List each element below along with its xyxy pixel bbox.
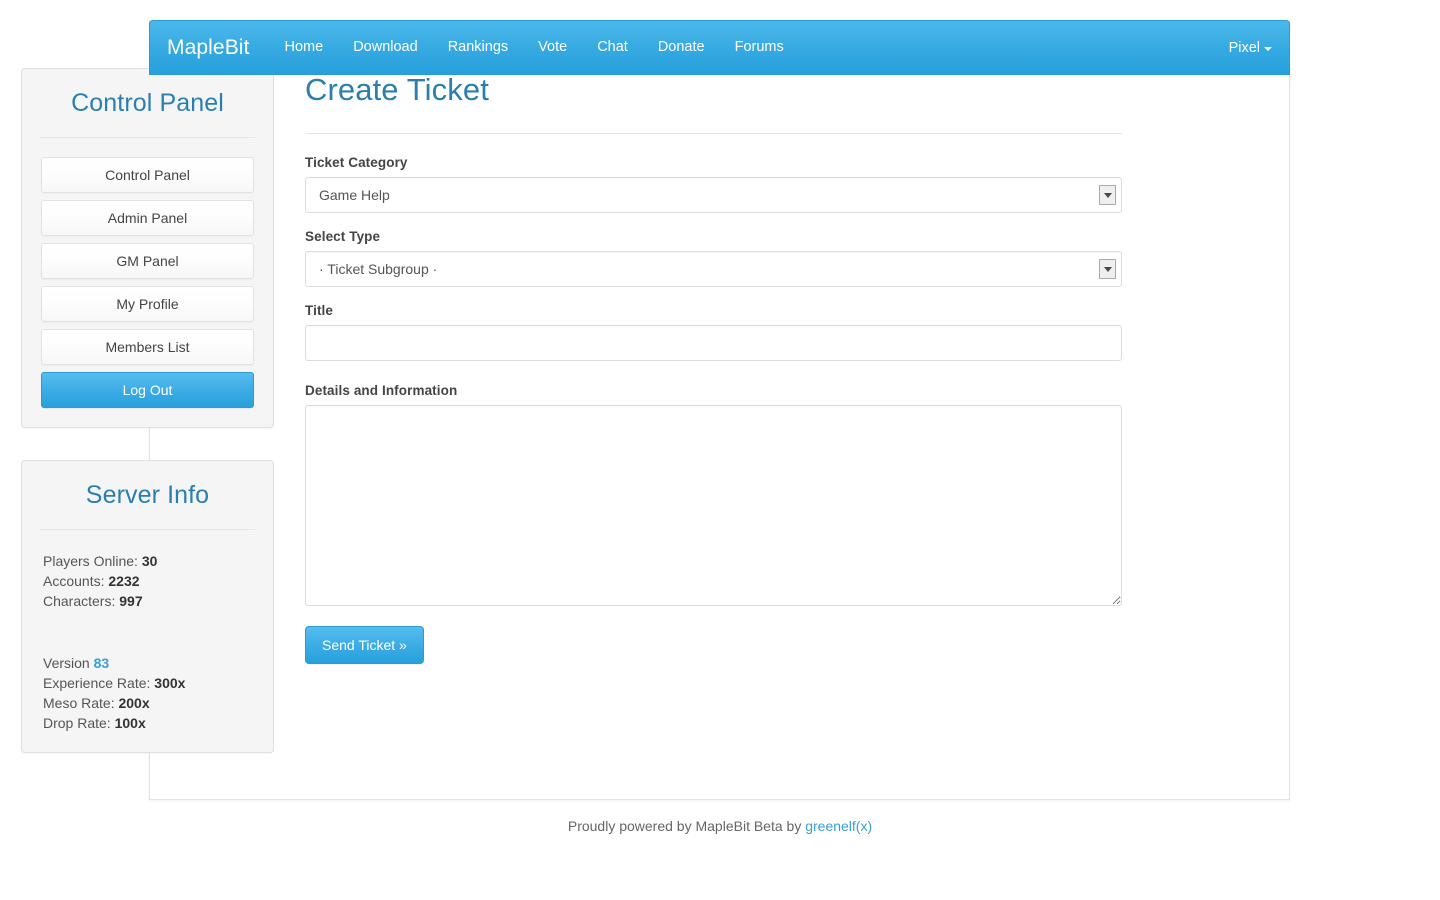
server-info-body: Players Online: 30 Accounts: 2232 Charac… (22, 530, 273, 752)
label-select-type: Select Type (305, 229, 381, 244)
page-title-rule (305, 133, 1122, 134)
select-wrap-type: · Ticket Subgroup · (305, 251, 1122, 287)
rate-version: Version 83 (43, 653, 254, 673)
nav-item-download[interactable]: Download (338, 21, 433, 74)
stat-characters: Characters: 997 (43, 591, 254, 611)
field-group-type: Select Type · Ticket Subgroup · (305, 229, 1122, 287)
rate-version-label: Version (43, 655, 90, 671)
nav-item-vote[interactable]: Vote (523, 21, 582, 74)
label-ticket-category: Ticket Category (305, 155, 408, 170)
top-navbar: MapleBit Home Download Rankings Vote Cha… (149, 20, 1290, 75)
nav-item-forums[interactable]: Forums (720, 21, 799, 74)
caret-down-icon (1264, 46, 1272, 51)
stat-players-online-label: Players Online: (43, 553, 138, 569)
control-panel-card: Control Panel Control Panel Admin Panel … (21, 68, 274, 428)
sidebar-button-gm-panel[interactable]: GM Panel (41, 243, 254, 279)
select-ticket-category[interactable]: Game Help (305, 177, 1122, 213)
field-group-title: Title (305, 303, 1122, 361)
nav-user-menu: Pixel (1229, 21, 1289, 74)
sidebar: Control Panel Control Panel Admin Panel … (21, 68, 274, 785)
nav-link-rankings[interactable]: Rankings (433, 20, 523, 75)
nav-item-home[interactable]: Home (270, 21, 339, 74)
rate-drop-value: 100x (114, 715, 146, 731)
nav-links: Home Download Rankings Vote Chat Donate … (270, 21, 799, 74)
nav-link-chat[interactable]: Chat (582, 20, 643, 75)
field-group-category: Ticket Category Game Help (305, 155, 1122, 213)
rate-meso-label: Meso Rate: (43, 695, 115, 711)
stat-accounts-label: Accounts: (43, 573, 105, 589)
nav-link-vote[interactable]: Vote (523, 20, 582, 75)
nav-item-chat[interactable]: Chat (582, 21, 643, 74)
select-wrap-category: Game Help (305, 177, 1122, 213)
control-panel-title: Control Panel (71, 89, 224, 117)
sidebar-button-members-list[interactable]: Members List (41, 329, 254, 365)
send-ticket-button[interactable]: Send Ticket » (305, 626, 424, 664)
create-ticket-form: Ticket Category Game Help Select Type · … (305, 155, 1122, 664)
label-title: Title (305, 303, 334, 318)
rate-meso-value: 200x (118, 695, 150, 711)
label-details: Details and Information (305, 383, 458, 398)
rate-meso: Meso Rate: 200x (43, 693, 254, 713)
user-menu-toggle[interactable]: Pixel (1229, 40, 1272, 56)
stat-characters-value: 997 (119, 593, 143, 609)
nav-item-rankings[interactable]: Rankings (433, 21, 523, 74)
rate-experience-label: Experience Rate: (43, 675, 151, 691)
field-group-details: Details and Information (305, 383, 1122, 606)
stat-characters-label: Characters: (43, 593, 116, 609)
nav-link-download[interactable]: Download (338, 20, 433, 75)
user-menu-label: Pixel (1228, 39, 1260, 56)
input-title[interactable] (305, 325, 1122, 361)
server-rates-block: Version 83 Experience Rate: 300x Meso Ra… (41, 651, 254, 733)
rate-drop: Drop Rate: 100x (43, 713, 254, 733)
sidebar-button-control-panel[interactable]: Control Panel (41, 157, 254, 193)
control-panel-body: Control Panel Admin Panel GM Panel My Pr… (22, 138, 273, 427)
sidebar-button-my-profile[interactable]: My Profile (41, 286, 254, 322)
footer-author-link[interactable]: greenelf(x) (805, 818, 872, 834)
server-info-spacer (41, 611, 254, 651)
content-row: Control Panel Control Panel Admin Panel … (0, 55, 1141, 785)
textarea-details[interactable] (305, 405, 1122, 606)
rate-experience-value: 300x (154, 675, 186, 691)
stat-accounts-value: 2232 (108, 573, 140, 589)
select-ticket-type[interactable]: · Ticket Subgroup · (305, 251, 1122, 287)
server-info-title: Server Info (85, 481, 210, 509)
server-stats-block: Players Online: 30 Accounts: 2232 Charac… (41, 549, 254, 611)
stat-accounts: Accounts: 2232 (43, 571, 254, 591)
rate-drop-label: Drop Rate: (43, 715, 111, 731)
main-content: Create Ticket Ticket Category Game Help … (274, 68, 1122, 664)
footer: Proudly powered by MapleBit Beta by gree… (0, 818, 1440, 834)
rate-version-value: 83 (93, 655, 110, 671)
sidebar-button-log-out[interactable]: Log Out (41, 372, 254, 408)
nav-item-donate[interactable]: Donate (643, 21, 720, 74)
nav-link-home[interactable]: Home (270, 20, 339, 75)
stat-players-online: Players Online: 30 (43, 551, 254, 571)
brand-logo[interactable]: MapleBit (150, 36, 270, 60)
page-title: Create Ticket (305, 72, 489, 107)
server-info-card: Server Info Players Online: 30 Accounts:… (21, 460, 274, 753)
nav-link-forums[interactable]: Forums (720, 20, 799, 75)
sidebar-button-admin-panel[interactable]: Admin Panel (41, 200, 254, 236)
footer-text: Proudly powered by MapleBit Beta by (567, 818, 802, 834)
nav-link-donate[interactable]: Donate (643, 20, 720, 75)
page-root: MapleBit Home Download Rankings Vote Cha… (0, 0, 1440, 900)
stat-players-online-value: 30 (141, 553, 158, 569)
rate-experience: Experience Rate: 300x (43, 673, 254, 693)
